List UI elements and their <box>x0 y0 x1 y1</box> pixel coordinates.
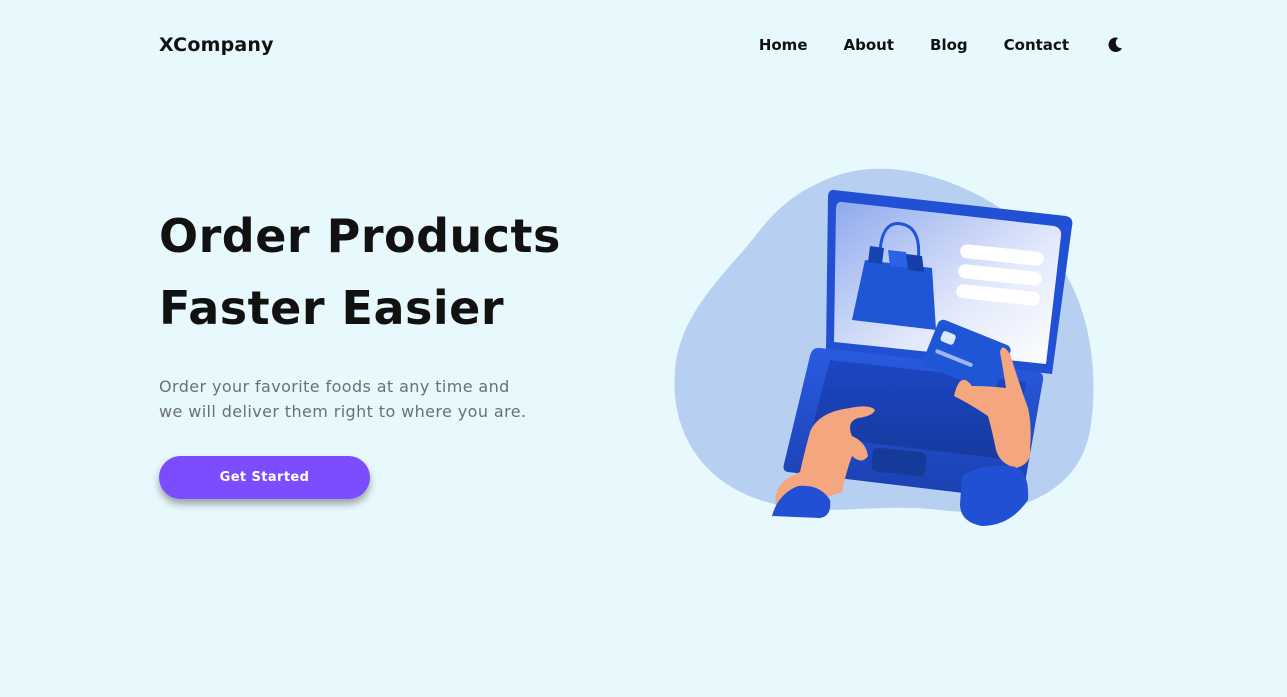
moon-icon <box>1108 37 1123 52</box>
hero-description: Order your favorite foods at any time an… <box>159 374 559 424</box>
get-started-button[interactable]: Get Started <box>159 456 370 499</box>
theme-toggle-button[interactable] <box>1105 35 1125 55</box>
hero-description-line-2: we will deliver them right to where you … <box>159 402 527 421</box>
nav-link-contact[interactable]: Contact <box>1004 36 1069 54</box>
laptop-shopping-illustration <box>670 160 1100 532</box>
hero-description-line-1: Order your favorite foods at any time an… <box>159 377 510 396</box>
brand-logo[interactable]: XCompany <box>159 34 274 56</box>
hero-title-line-2: Faster Easier <box>159 281 505 335</box>
main-nav: Home About Blog Contact <box>759 35 1125 55</box>
hero-title: Order Products Faster Easier <box>159 200 589 344</box>
site-header: XCompany Home About Blog Contact <box>159 28 1125 62</box>
hero-title-line-1: Order Products <box>159 209 561 263</box>
nav-link-home[interactable]: Home <box>759 36 808 54</box>
landing-page: XCompany Home About Blog Contact Order P… <box>0 0 1287 697</box>
nav-link-about[interactable]: About <box>844 36 895 54</box>
nav-link-blog[interactable]: Blog <box>930 36 968 54</box>
illustration-svg <box>674 168 1094 526</box>
